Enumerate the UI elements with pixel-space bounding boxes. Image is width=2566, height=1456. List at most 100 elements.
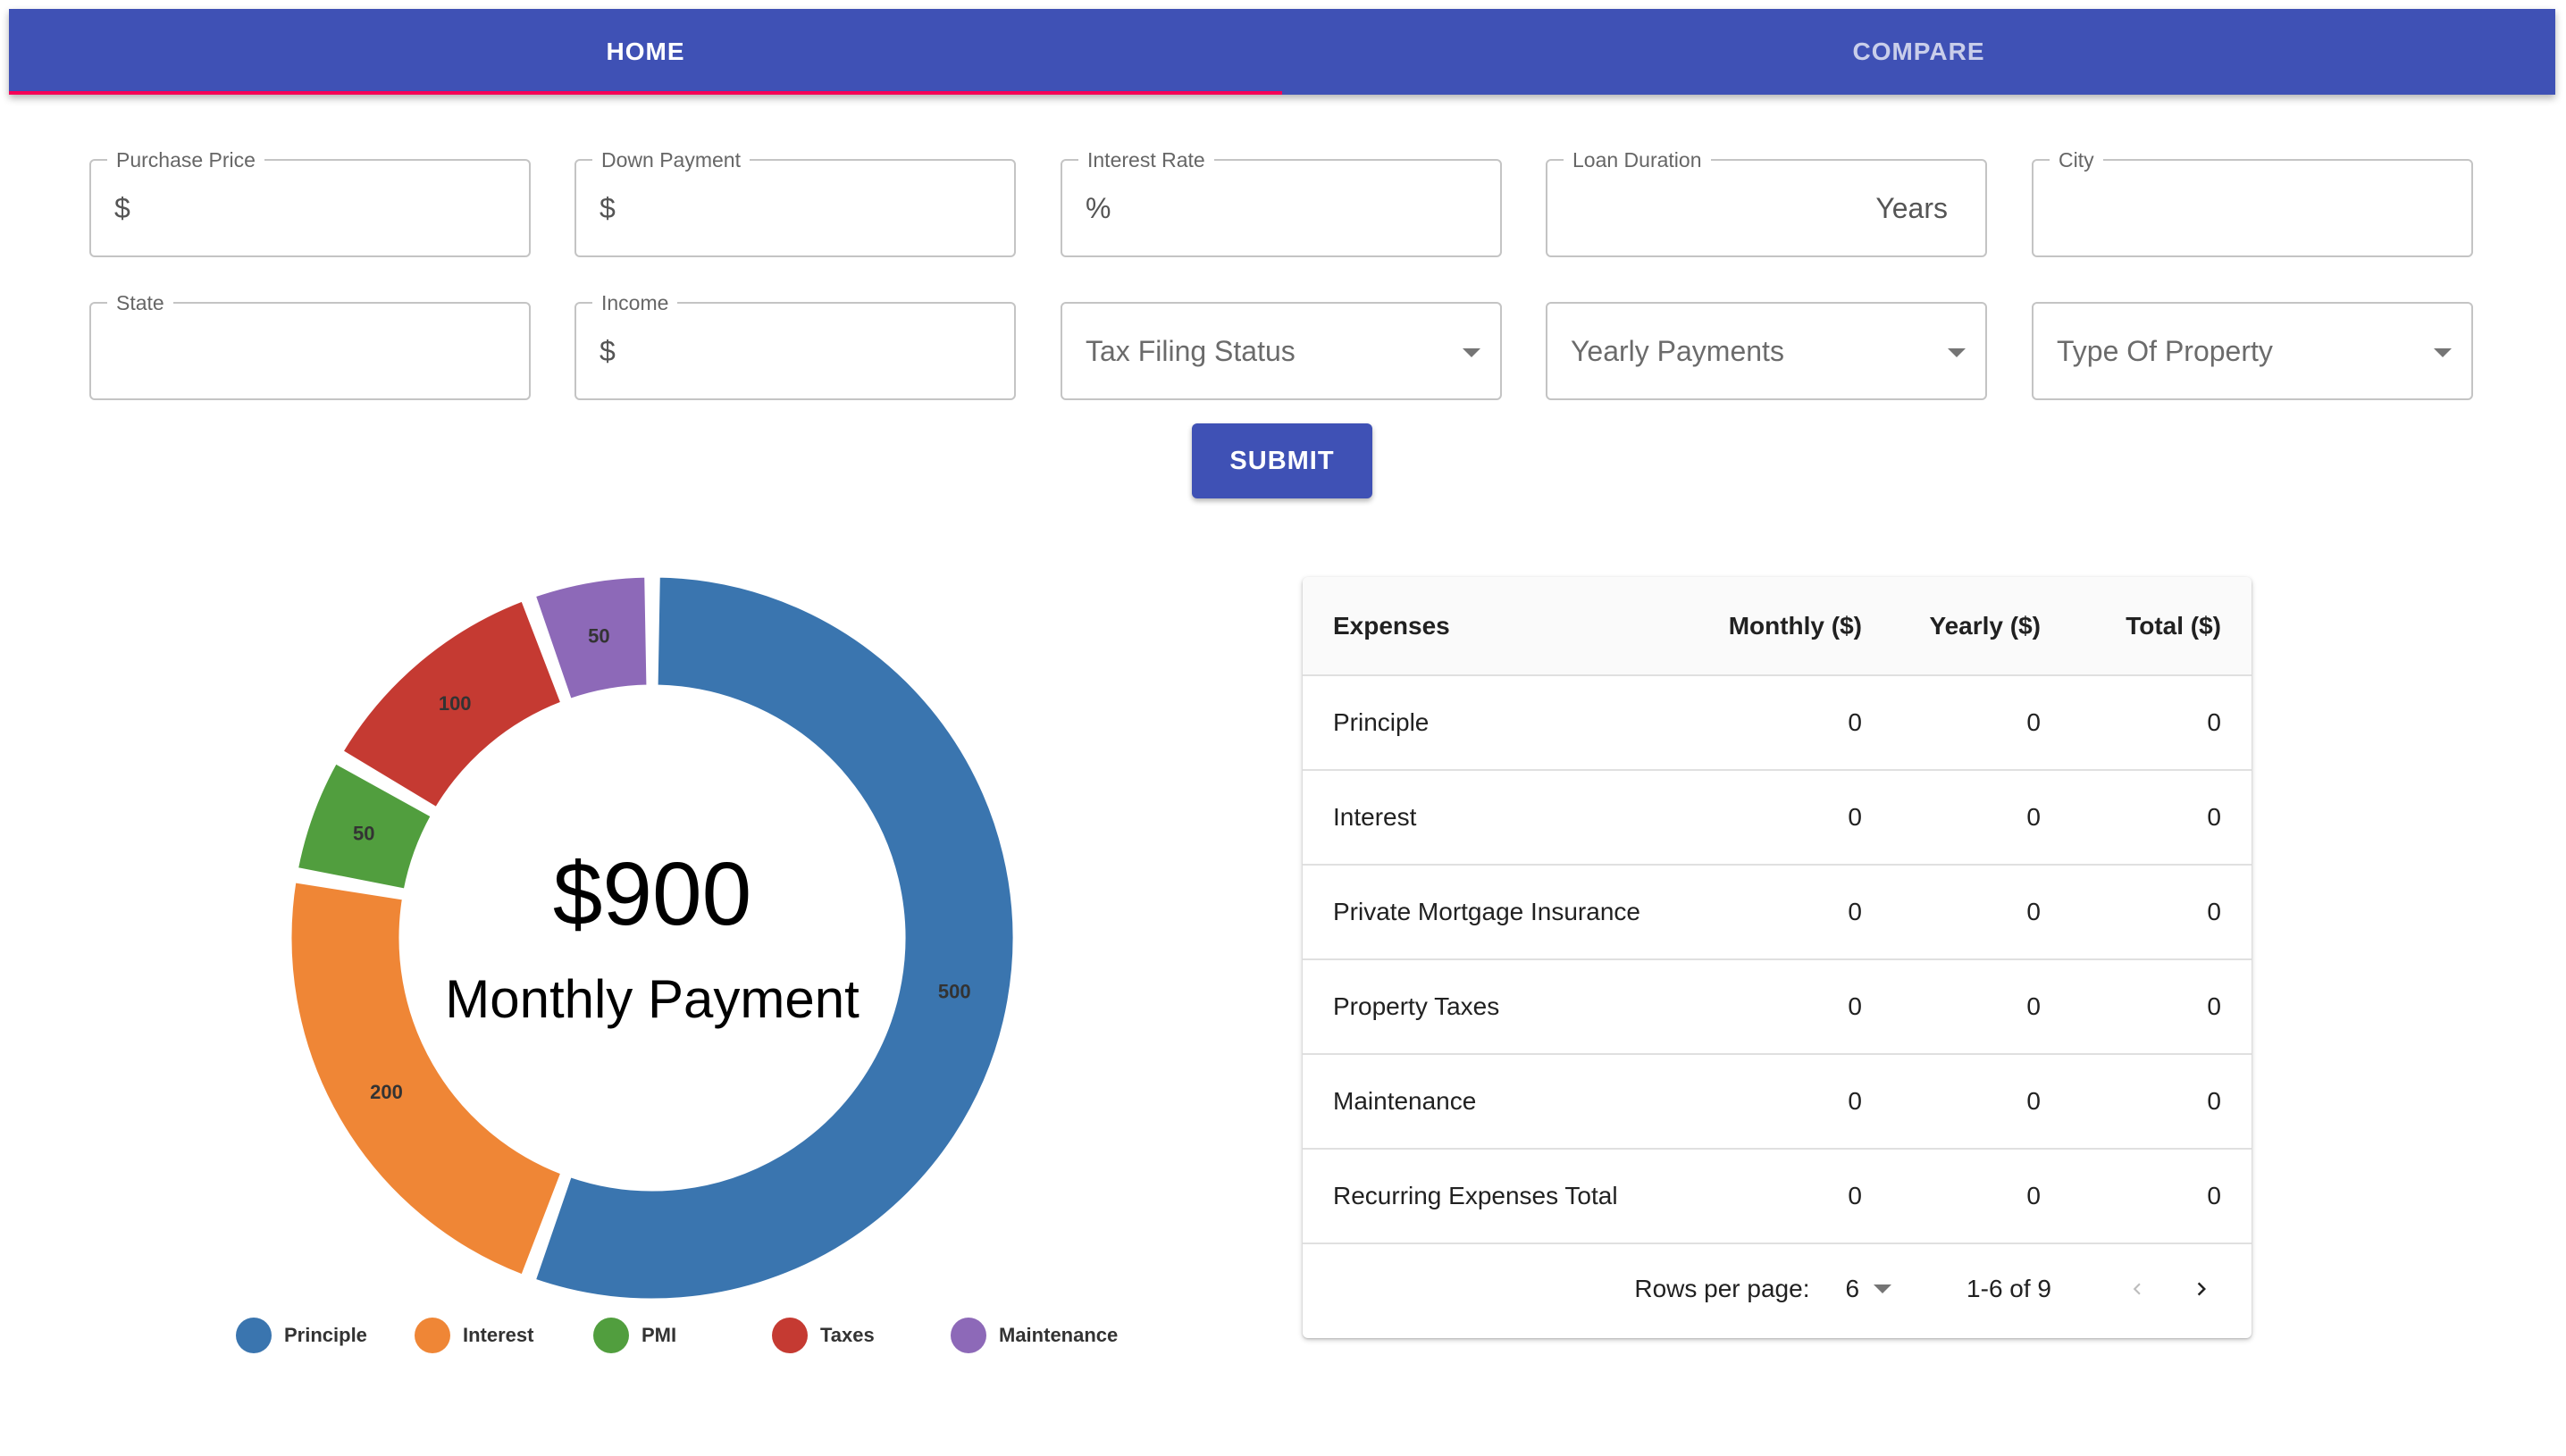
donut-value-label: 50 <box>588 625 609 648</box>
state-field: State <box>89 290 531 400</box>
column-header-total: Total ($) <box>2071 577 2252 676</box>
tab-compare[interactable]: COMPARE <box>1282 9 2555 95</box>
total-value: 0 <box>2071 865 2252 960</box>
loan-duration-label: Loan Duration <box>1564 147 1711 172</box>
legend-item-pmi: PMI <box>593 1313 676 1358</box>
chevron-down-icon <box>1463 348 1480 357</box>
city-input[interactable] <box>2057 184 2453 234</box>
legend-label: Maintenance <box>999 1324 1119 1346</box>
purchase-price-field: Purchase Price $ <box>89 147 531 257</box>
yearly-value: 0 <box>1892 770 2071 866</box>
column-header-expenses: Expenses <box>1303 577 1678 676</box>
tab-compare-label: COMPARE <box>1852 38 1985 65</box>
yearly-value: 0 <box>1892 865 2071 960</box>
legend-item-maintenance: Maintenance <box>951 1313 1118 1358</box>
yearly-payments-select[interactable]: Yearly Payments <box>1546 302 1987 400</box>
total-value: 0 <box>2071 1149 2252 1244</box>
monthly-value: 0 <box>1678 1054 1892 1150</box>
down-payment-currency: $ <box>600 192 616 224</box>
expense-name: Interest <box>1303 770 1678 866</box>
expense-name: Private Mortgage Insurance <box>1303 865 1678 960</box>
yearly-payments-placeholder: Yearly Payments <box>1571 335 1784 367</box>
pagination-range: 1-6 of 9 <box>1966 1275 2051 1302</box>
expenses-table: Expenses Monthly ($) Yearly ($) Total ($… <box>1303 577 2252 1244</box>
down-payment-label: Down Payment <box>592 147 750 172</box>
rows-per-page-value: 6 <box>1845 1275 1860 1302</box>
yearly-value: 0 <box>1892 1149 2071 1244</box>
loan-duration-field: Loan Duration Years <box>1546 147 1987 257</box>
expense-name: Principle <box>1303 675 1678 771</box>
chevron-down-icon <box>1948 348 1966 357</box>
interest-rate-input[interactable] <box>1119 184 1463 234</box>
expenses-table-card: Expenses Monthly ($) Yearly ($) Total ($… <box>1303 577 2252 1338</box>
tax-filing-status-select[interactable]: Tax Filing Status <box>1061 302 1502 400</box>
legend-label: Principle <box>284 1324 367 1346</box>
total-value: 0 <box>2071 675 2252 771</box>
table-header-row: Expenses Monthly ($) Yearly ($) Total ($… <box>1303 577 2252 676</box>
down-payment-input[interactable] <box>633 184 977 234</box>
table-row: Recurring Expenses Total 0 0 0 <box>1303 1149 2252 1244</box>
city-field: City <box>2032 147 2473 257</box>
expense-name: Recurring Expenses Total <box>1303 1149 1678 1244</box>
donut-value-label: 50 <box>353 823 374 845</box>
monthly-value: 0 <box>1678 865 1892 960</box>
city-label: City <box>2050 147 2103 172</box>
legend-swatch <box>951 1318 986 1353</box>
table-row: Property Taxes 0 0 0 <box>1303 959 2252 1055</box>
income-currency: $ <box>600 335 616 367</box>
expense-name: Maintenance <box>1303 1054 1678 1150</box>
submit-button[interactable]: SUBMIT <box>1192 423 1372 498</box>
table-row: Interest 0 0 0 <box>1303 770 2252 866</box>
chevron-down-icon <box>2434 348 2452 357</box>
rows-per-page-label: Rows per page: <box>1634 1275 1810 1302</box>
type-of-property-placeholder: Type Of Property <box>2057 335 2273 367</box>
legend-item-taxes: Taxes <box>772 1313 875 1358</box>
monthly-value: 0 <box>1678 959 1892 1055</box>
monthly-value: 0 <box>1678 770 1892 866</box>
table-row: Private Mortgage Insurance 0 0 0 <box>1303 865 2252 960</box>
legend-item-principle: Principle <box>236 1313 367 1358</box>
monthly-value: 0 <box>1678 1149 1892 1244</box>
total-value: 0 <box>2071 770 2252 866</box>
expense-name: Property Taxes <box>1303 959 1678 1055</box>
state-label: State <box>107 290 173 315</box>
interest-rate-percent: % <box>1086 192 1111 224</box>
legend-swatch <box>593 1318 629 1353</box>
legend-swatch <box>772 1318 808 1353</box>
state-input[interactable] <box>114 327 511 377</box>
legend-swatch <box>236 1318 272 1353</box>
chart-legend: Principle Interest PMI Taxes Maintenance <box>0 1313 1251 1358</box>
yearly-value: 0 <box>1892 1054 2071 1150</box>
legend-label: PMI <box>642 1324 677 1346</box>
monthly-value: 0 <box>1678 675 1892 771</box>
legend-label: Interest <box>463 1324 534 1346</box>
purchase-price-currency: $ <box>114 192 130 224</box>
tab-home[interactable]: HOME <box>9 9 1282 95</box>
rows-per-page-select[interactable]: 6 <box>1845 1275 1892 1303</box>
top-tab-bar: HOME COMPARE <box>9 9 2555 95</box>
income-field: Income $ <box>574 290 1016 400</box>
monthly-payment-caption: Monthly Payment <box>445 969 860 1029</box>
next-page-button[interactable] <box>2169 1257 2234 1321</box>
legend-label: Taxes <box>820 1324 875 1346</box>
chevron-down-icon <box>1874 1284 1892 1293</box>
interest-rate-field: Interest Rate % <box>1061 147 1502 257</box>
purchase-price-input[interactable] <box>148 184 491 234</box>
tab-home-label: HOME <box>606 38 685 65</box>
monthly-payment-amount: $900 <box>552 844 752 944</box>
previous-page-button[interactable] <box>2105 1257 2169 1321</box>
active-tab-indicator <box>9 91 1282 95</box>
table-pagination: Rows per page: 6 1-6 of 9 <box>1303 1244 2252 1334</box>
income-input[interactable] <box>633 327 977 377</box>
donut-value-label: 200 <box>370 1081 403 1103</box>
total-value: 0 <box>2071 959 2252 1055</box>
loan-duration-input[interactable] <box>1571 184 1842 234</box>
yearly-value: 0 <box>1892 959 2071 1055</box>
down-payment-field: Down Payment $ <box>574 147 1016 257</box>
type-of-property-select[interactable]: Type Of Property <box>2032 302 2473 400</box>
chevron-right-icon <box>2197 1282 2206 1296</box>
total-value: 0 <box>2071 1054 2252 1150</box>
donut-value-label: 100 <box>439 692 472 715</box>
loan-duration-unit: Years <box>1875 192 1948 224</box>
column-header-yearly: Yearly ($) <box>1892 577 2071 676</box>
